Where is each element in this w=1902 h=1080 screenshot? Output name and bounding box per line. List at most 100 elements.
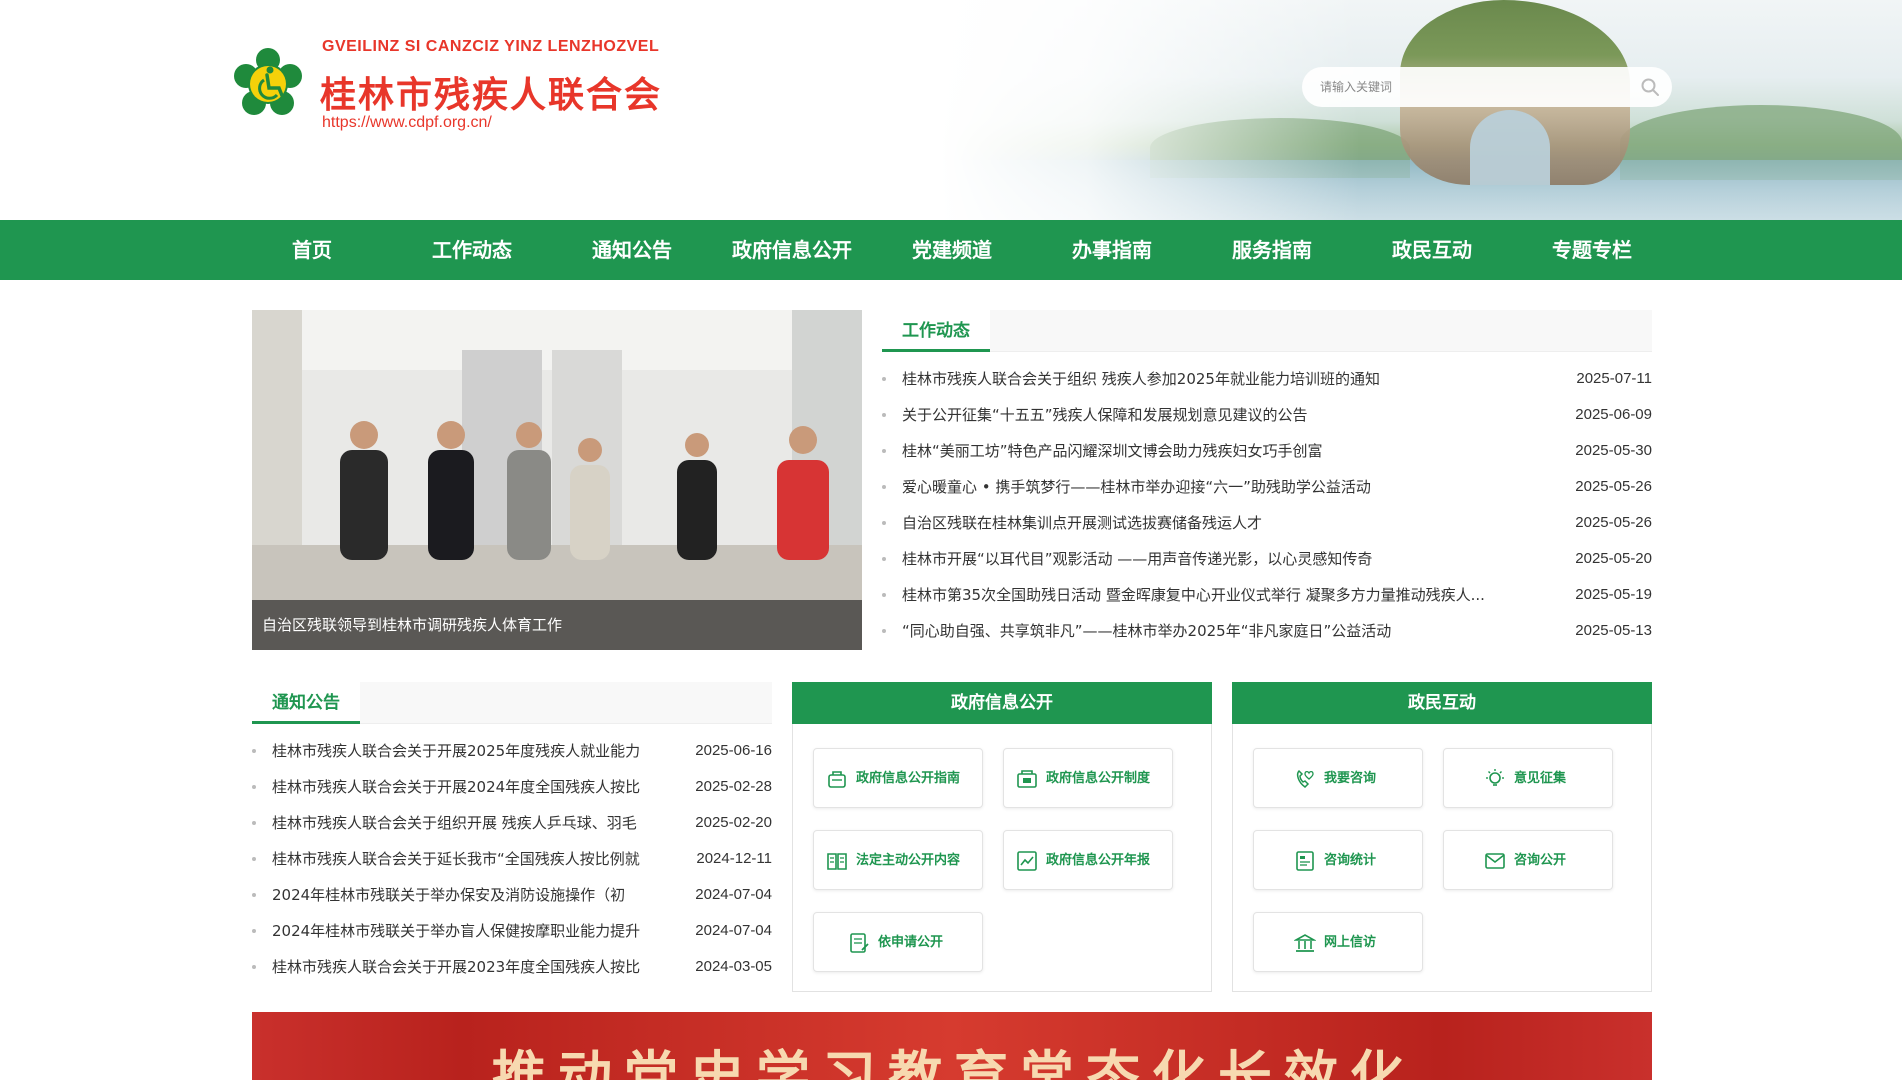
notices-header: 通知公告 (252, 682, 772, 724)
opinion-collect-label: 意见征集 (1514, 771, 1567, 786)
slide-caption-text[interactable]: 自治区残联领导到桂林市调研残疾人体育工作 (262, 600, 562, 650)
gov-info-apply-button[interactable]: 依申请公开 (813, 912, 983, 972)
bullet (882, 557, 886, 561)
list-item[interactable]: 2024年桂林市残联关于举办保安及消防设施操作（初 2024-07-04 (252, 877, 772, 913)
org-name-cn[interactable]: 桂林市残疾人联合会 (320, 66, 662, 118)
notice-title[interactable]: 桂林市残疾人联合会关于开展2024年度全国残疾人按比 (272, 769, 672, 805)
gov-info-title[interactable]: 政府信息公开 (792, 682, 1212, 724)
opinion-collect-button[interactable]: 意见征集 (1443, 748, 1613, 808)
nav-item-notices[interactable]: 通知公告 (557, 220, 707, 280)
notice-date: 2024-07-04 (695, 922, 772, 939)
list-item[interactable]: “同心助自强、共享筑非凡”——桂林市举办2025年“非凡家庭日”公益活动 2025… (882, 613, 1652, 649)
bullet (882, 593, 886, 597)
list-item[interactable]: 爱心暖童心 • 携手筑梦行——桂林市举办迎接“六一”助残助学公益活动 2025-0… (882, 469, 1652, 505)
gov-info-guide-button[interactable]: 政府信息公开指南 (813, 748, 983, 808)
party-history-banner[interactable]: 推动党史学习教育常态化长效化 (252, 1012, 1652, 1080)
notice-title[interactable]: 桂林市残疾人联合会关于延长我市“全国残疾人按比例就 (272, 841, 672, 877)
news-title[interactable]: 桂林市残疾人联合会关于组织 残疾人参加2025年就业能力培训班的通知 (902, 361, 1542, 397)
bullet (882, 629, 886, 633)
news-date: 2025-05-13 (1575, 622, 1652, 639)
consult-public-label: 咨询公开 (1514, 853, 1567, 868)
online-petition-button[interactable]: 网上信访 (1253, 912, 1423, 972)
news-title[interactable]: 桂林“美丽工坊”特色产品闪耀深圳文博会助力残疾妇女巧手创富 (902, 433, 1542, 469)
consult-stats-button[interactable]: 咨询统计 (1253, 830, 1423, 890)
notice-date: 2025-02-28 (695, 778, 772, 795)
news-date: 2025-06-09 (1575, 406, 1652, 423)
gov-info-guide-label: 政府信息公开指南 (856, 771, 961, 786)
gov-info-proactive-button[interactable]: 法定主动公开内容 (813, 830, 983, 890)
search-icon[interactable] (1640, 77, 1660, 97)
list-item[interactable]: 桂林市第35次全国助残日活动 暨金晖康复中心开业仪式举行 凝聚多方力量推动残疾人… (882, 577, 1652, 613)
search-input[interactable] (1320, 67, 1620, 107)
nav-item-work-news[interactable]: 工作动态 (397, 220, 547, 280)
nav-item-gov-info[interactable]: 政府信息公开 (717, 220, 867, 280)
bullet (252, 893, 256, 897)
news-title[interactable]: 关于公开征集“十五五”残疾人保障和发展规划意见建议的公告 (902, 397, 1542, 433)
guide-icon (828, 771, 846, 788)
news-date: 2025-05-19 (1575, 586, 1652, 603)
notice-title[interactable]: 桂林市残疾人联合会关于开展2023年度全国残疾人按比 (272, 949, 672, 985)
image-slider[interactable]: 自治区残联领导到桂林市调研残疾人体育工作 (252, 310, 862, 650)
mail-icon (1485, 853, 1505, 869)
logo-emblem-icon[interactable] (233, 48, 303, 120)
list-item[interactable]: 桂林市残疾人联合会关于开展2024年度全国残疾人按比 2025-02-28 (252, 769, 772, 805)
nav-item-interaction[interactable]: 政民互动 (1357, 220, 1507, 280)
bullet (252, 749, 256, 753)
slide-photo[interactable] (252, 310, 862, 650)
org-name-en: GVEILINZ SI CANZCIZ YINZ LENZHOZVEL (322, 38, 660, 55)
bullet (882, 413, 886, 417)
nav-item-home[interactable]: 首页 (237, 220, 387, 280)
rock-arch (1470, 110, 1550, 185)
nav-item-service-guide[interactable]: 服务指南 (1197, 220, 1347, 280)
work-news-list: 桂林市残疾人联合会关于组织 残疾人参加2025年就业能力培训班的通知 2025-0… (882, 361, 1652, 649)
tab-notices[interactable]: 通知公告 (252, 682, 360, 724)
list-item[interactable]: 桂林市残疾人联合会关于开展2025年度残疾人就业能力 2025-06-16 (252, 733, 772, 769)
gov-info-policy-label: 政府信息公开制度 (1046, 771, 1151, 786)
news-title[interactable]: 桂林市开展“以耳代目”观影活动 ——用声音传递光影，以心灵感知传奇 (902, 541, 1542, 577)
report-icon (1017, 851, 1037, 871)
stats-icon (1296, 851, 1314, 871)
nav-item-affairs-guide[interactable]: 办事指南 (1037, 220, 1187, 280)
list-item[interactable]: 2024年桂林市残联关于举办盲人保健按摩职业能力提升 2024-07-04 (252, 913, 772, 949)
notice-title[interactable]: 桂林市残疾人联合会关于组织开展 残疾人乒乓球、羽毛 (272, 805, 672, 841)
nav-item-special[interactable]: 专题专栏 (1517, 220, 1667, 280)
lightbulb-icon (1486, 769, 1504, 786)
consult-stats-label: 咨询统计 (1324, 853, 1377, 868)
bullet (252, 965, 256, 969)
list-item[interactable]: 自治区残联在桂林集训点开展测试选拔赛储备残运人才 2025-05-26 (882, 505, 1652, 541)
nav-item-party[interactable]: 党建频道 (877, 220, 1027, 280)
gov-info-annual-report-button[interactable]: 政府信息公开年报 (1003, 830, 1173, 890)
list-item[interactable]: 桂林市开展“以耳代目”观影活动 ——用声音传递光影，以心灵感知传奇 2025-05… (882, 541, 1652, 577)
search-box (1302, 67, 1672, 107)
interaction-title[interactable]: 政民互动 (1232, 682, 1652, 724)
policy-icon (1017, 770, 1037, 788)
org-url[interactable]: https://www.cdpf.org.cn/ (322, 114, 492, 132)
bullet (252, 929, 256, 933)
news-title[interactable]: 自治区残联在桂林集训点开展测试选拔赛储备残运人才 (902, 505, 1542, 541)
consult-button[interactable]: 我要咨询 (1253, 748, 1423, 808)
list-item[interactable]: 桂林市残疾人联合会关于延长我市“全国残疾人按比例就 2024-12-11 (252, 841, 772, 877)
list-item[interactable]: 桂林“美丽工坊”特色产品闪耀深圳文博会助力残疾妇女巧手创富 2025-05-30 (882, 433, 1652, 469)
gov-info-apply-label: 依申请公开 (878, 935, 944, 950)
news-title[interactable]: “同心助自强、共享筑非凡”——桂林市举办2025年“非凡家庭日”公益活动 (902, 613, 1542, 649)
list-item[interactable]: 桂林市残疾人联合会关于组织开展 残疾人乒乓球、羽毛 2025-02-20 (252, 805, 772, 841)
news-title[interactable]: 爱心暖童心 • 携手筑梦行——桂林市举办迎接“六一”助残助学公益活动 (902, 469, 1542, 505)
notice-title[interactable]: 2024年桂林市残联关于举办盲人保健按摩职业能力提升 (272, 913, 672, 949)
slide-caption: 自治区残联领导到桂林市调研残疾人体育工作 (252, 600, 862, 650)
gov-info-policy-button[interactable]: 政府信息公开制度 (1003, 748, 1173, 808)
news-date: 2025-05-26 (1575, 478, 1652, 495)
gov-info-annual-report-label: 政府信息公开年报 (1046, 853, 1151, 868)
consult-public-button[interactable]: 咨询公开 (1443, 830, 1613, 890)
notice-title[interactable]: 2024年桂林市残联关于举办保安及消防设施操作（初 (272, 877, 672, 913)
tab-work-news[interactable]: 工作动态 (882, 310, 990, 352)
list-item[interactable]: 桂林市残疾人联合会关于组织 残疾人参加2025年就业能力培训班的通知 2025-0… (882, 361, 1652, 397)
scenery-fade (940, 0, 1360, 220)
list-item[interactable]: 桂林市残疾人联合会关于开展2023年度全国残疾人按比 2024-03-05 (252, 949, 772, 985)
news-title[interactable]: 桂林市第35次全国助残日活动 暨金晖康复中心开业仪式举行 凝聚多方力量推动残疾人… (902, 577, 1542, 613)
bullet (252, 857, 256, 861)
notice-title[interactable]: 桂林市残疾人联合会关于开展2025年度残疾人就业能力 (272, 733, 672, 769)
gov-info-box: 政府信息公开 政府信息公开指南 政府信息公开制度 法定主动公开内容 政府信息公开… (792, 682, 1212, 992)
list-item[interactable]: 关于公开征集“十五五”残疾人保障和发展规划意见建议的公告 2025-06-09 (882, 397, 1652, 433)
notice-date: 2025-06-16 (695, 742, 772, 759)
news-date: 2025-05-20 (1575, 550, 1652, 567)
